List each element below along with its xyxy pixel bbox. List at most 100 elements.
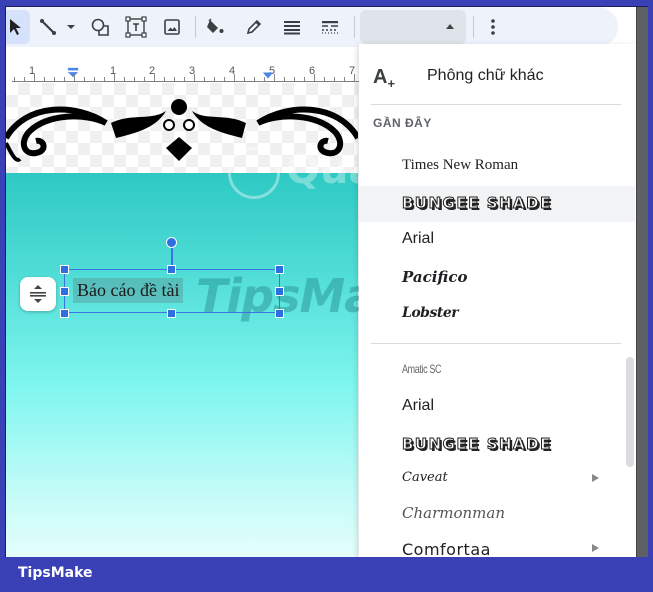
border-color-button[interactable] <box>240 10 268 44</box>
ruler-tick <box>354 74 355 81</box>
ruler-tick <box>124 77 125 81</box>
ruler-tick <box>84 77 85 81</box>
ruler-tick <box>144 77 145 81</box>
resize-handle-e[interactable] <box>275 287 284 296</box>
more-fonts-item[interactable]: A+ Phông chữ khác <box>359 56 637 96</box>
horizontal-ruler[interactable]: 1 1 2 3 4 5 6 7 <box>6 47 366 83</box>
ruler-tick <box>324 77 325 81</box>
ruler-tick <box>164 77 165 81</box>
rotate-handle[interactable] <box>166 237 177 248</box>
ruler-tick <box>94 77 95 81</box>
resize-handle-s[interactable] <box>167 309 176 318</box>
toolbar <box>6 7 618 47</box>
ruler-tick <box>114 74 115 81</box>
font-item-label: Pacifico <box>402 268 468 286</box>
ruler-tick <box>174 77 175 81</box>
font-item-label: Lobster <box>402 305 459 321</box>
resize-handle-n[interactable] <box>167 265 176 274</box>
resize-handle-nw[interactable] <box>60 265 69 274</box>
font-family-select[interactable] <box>360 10 466 44</box>
slides-editor-window: 1 1 2 3 4 5 6 7 Quantrimang TipsMake Báo… <box>5 6 648 557</box>
border-dash-button[interactable] <box>316 10 344 44</box>
font-item-arial[interactable]: Arial <box>359 222 635 258</box>
ruler-tick <box>204 77 205 81</box>
toolbar-divider <box>473 16 474 38</box>
image-tool-button[interactable] <box>158 10 186 44</box>
line-weight-icon <box>284 21 300 35</box>
font-item-times-new-roman[interactable]: Times New Roman <box>359 149 635 185</box>
text-box-icon <box>125 16 147 38</box>
add-font-icon: A+ <box>373 66 396 91</box>
font-item-label: Times New Roman <box>402 157 519 173</box>
font-item-label: Arial <box>402 230 435 247</box>
toolbar-divider <box>354 16 355 38</box>
footer-brand-logo: TipsMake <box>18 565 93 581</box>
line-dropdown-button[interactable] <box>64 10 78 44</box>
font-item-charmonman[interactable]: Charmonman <box>359 496 635 532</box>
ruler-tick <box>64 77 65 81</box>
font-item-label: Charmonman <box>402 504 505 522</box>
resize-handle-sw[interactable] <box>60 309 69 318</box>
submenu-arrow-icon <box>592 474 599 482</box>
font-item-label: Amatic SC <box>402 362 442 376</box>
slide-header-image <box>6 83 361 173</box>
ruler-tick <box>304 77 305 81</box>
resize-handle-w[interactable] <box>60 287 69 296</box>
border-weight-button[interactable] <box>278 10 306 44</box>
ruler-tick <box>184 77 185 81</box>
ruler-tick <box>244 77 245 81</box>
ruler-tick <box>194 74 195 81</box>
font-menu-scrollbar[interactable] <box>626 357 634 467</box>
selected-text-box[interactable]: Báo cáo đề tài <box>64 269 280 313</box>
menu-divider <box>371 343 621 344</box>
paint-bucket-icon <box>207 18 224 33</box>
ruler-tick <box>344 77 345 81</box>
font-item-amatic-sc[interactable]: Amatic SC <box>359 354 635 390</box>
cursor-arrow-icon <box>10 19 21 35</box>
slide-canvas[interactable] <box>6 173 358 557</box>
menu-divider <box>371 104 621 105</box>
vertical-align-button[interactable] <box>20 277 56 311</box>
ruler-tick <box>284 77 285 81</box>
font-item-label: BUNGEE SHADE <box>402 194 552 213</box>
ruler-tick <box>314 74 315 81</box>
text-box-content[interactable]: Báo cáo đề tài <box>73 278 184 303</box>
ruler-tick <box>254 77 255 81</box>
font-item-label: BUNGEE SHADE <box>402 435 552 454</box>
recent-fonts-header: GẦN ĐÂY <box>373 116 432 130</box>
ruler-tick <box>54 77 55 81</box>
resize-handle-ne[interactable] <box>275 265 284 274</box>
font-item-label: Arial <box>402 397 435 414</box>
text-box-tool-button[interactable] <box>122 10 150 44</box>
shape-tool-button[interactable] <box>86 10 114 44</box>
caret-up-icon <box>446 24 454 29</box>
ruler-tick <box>24 77 25 81</box>
font-dropdown-menu: A+ Phông chữ khác GẦN ĐÂY Times New Roma… <box>359 44 637 557</box>
window-side-strip <box>636 7 648 557</box>
font-item-pacifico[interactable]: Pacifico <box>359 260 635 296</box>
pencil-icon <box>246 19 262 35</box>
font-item-comfortaa[interactable]: Comfortaa <box>359 532 635 557</box>
ruler-tick <box>214 77 215 81</box>
submenu-arrow-icon <box>592 544 599 552</box>
ruler-tick <box>34 74 35 81</box>
select-tool-button[interactable] <box>6 10 30 44</box>
ruler-tick <box>334 77 335 81</box>
ruler-tick <box>294 77 295 81</box>
font-item-label: Comfortaa <box>402 540 491 557</box>
fill-color-button[interactable] <box>202 10 230 44</box>
ruler-tick <box>14 77 15 81</box>
line-tool-button[interactable] <box>34 10 62 44</box>
font-item-arial[interactable]: Arial <box>359 389 635 425</box>
font-item-bungee-shade[interactable]: BUNGEE SHADE <box>359 427 635 463</box>
more-options-button[interactable] <box>481 10 505 44</box>
ruler-tick <box>154 74 155 81</box>
first-line-indent-marker[interactable] <box>67 67 79 79</box>
resize-handle-se[interactable] <box>275 309 284 318</box>
font-item-lobster[interactable]: Lobster <box>359 297 635 333</box>
font-item-label: Caveat <box>402 470 448 485</box>
more-vert-icon <box>491 19 495 35</box>
font-item-caveat[interactable]: Caveat <box>359 462 635 498</box>
font-item-bungee-shade[interactable]: BUNGEE SHADE <box>359 186 635 222</box>
ruler-baseline <box>12 81 364 82</box>
